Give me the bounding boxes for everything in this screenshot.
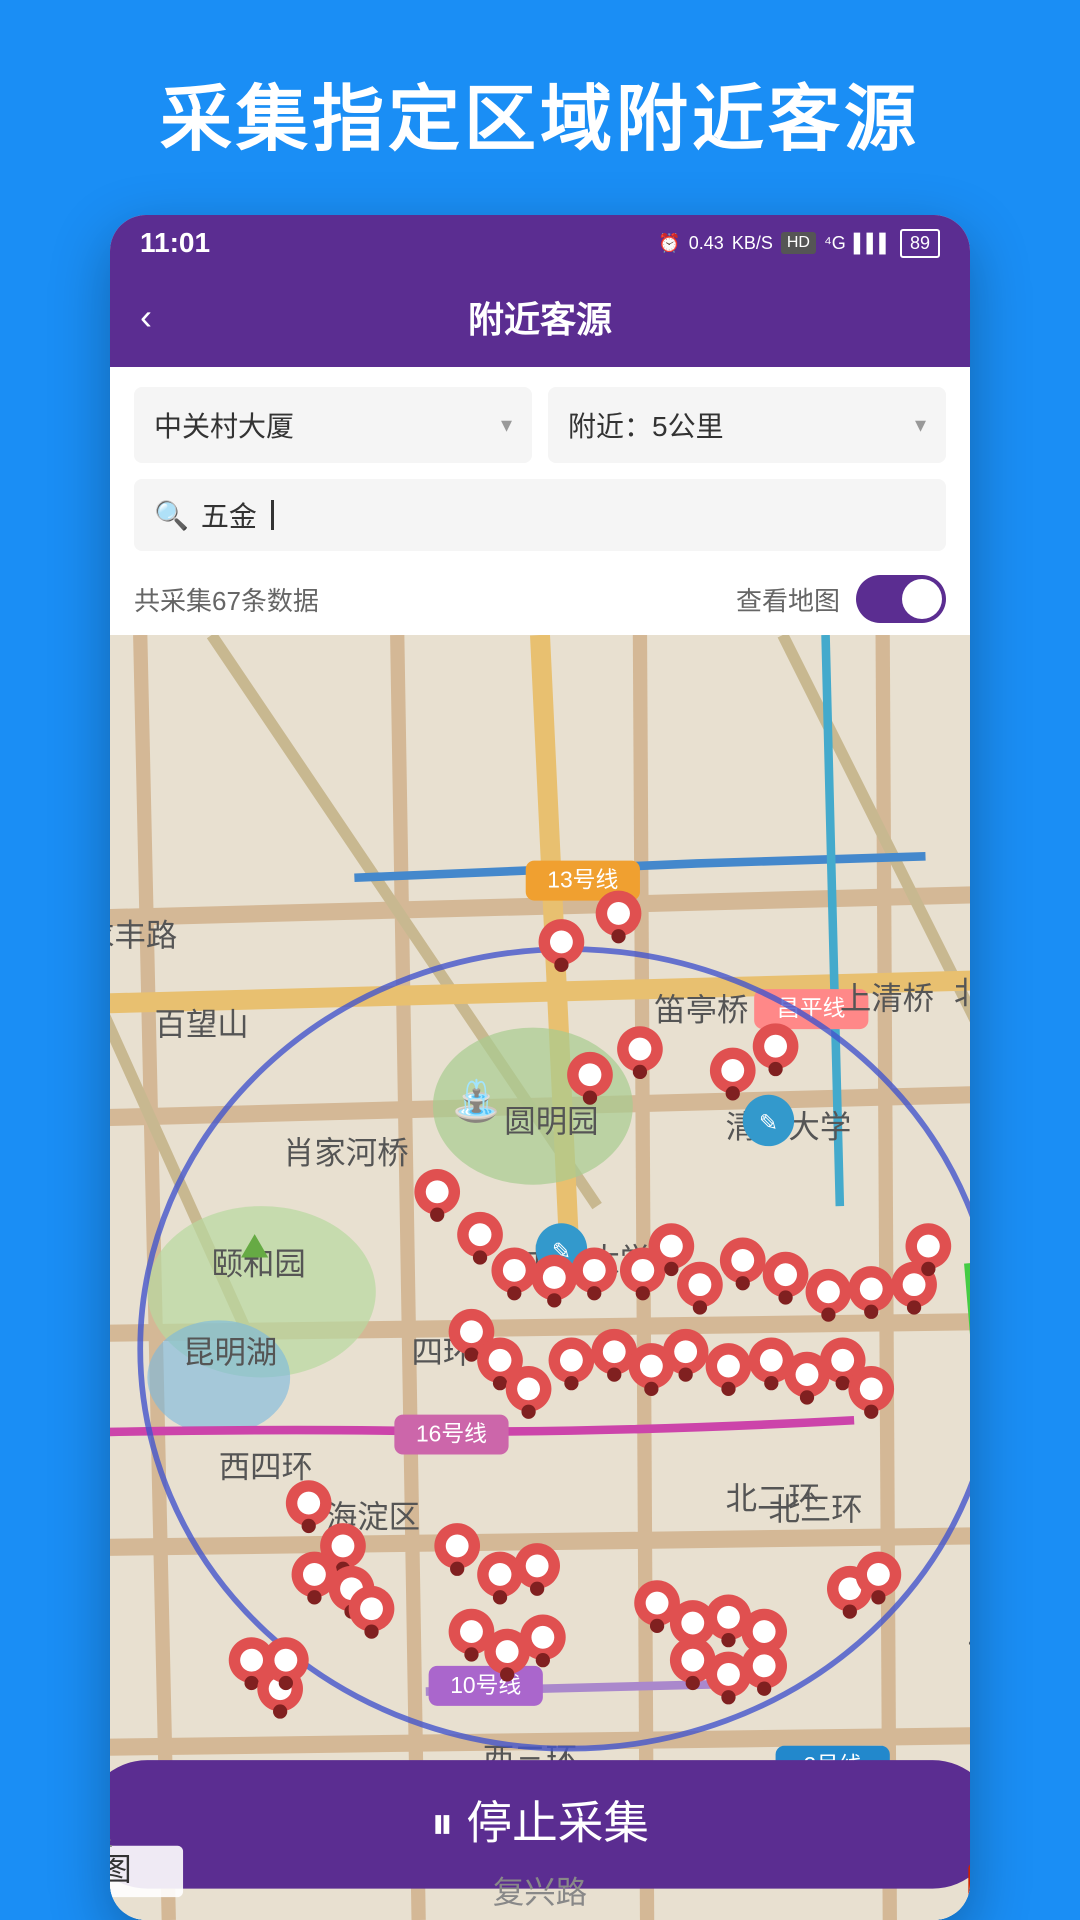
signal-icon: ▌▌▌ [854,233,892,254]
search-box[interactable]: 🔍 五金 [134,479,946,551]
distance-chevron: ▾ [915,412,926,438]
toggle-knob [902,579,942,619]
distance-label: 附近：5公里 [568,405,724,445]
search-row: 🔍 五金 [110,479,970,567]
content-area: 中关村大厦 ▾ 附近：5公里 ▾ 🔍 五金 共采集67条数据 查看地图 [110,367,970,1920]
status-bar: 11:01 ⏰ 0.43 KB/S HD ⁴G ▌▌▌ 89 [110,215,970,271]
app-header: ‹ 附近客源 [110,271,970,367]
battery-icon: 89 [900,229,940,258]
search-text: 五金 [201,495,257,535]
svg-text:13号线: 13号线 [547,867,618,893]
svg-text:复兴路: 复兴路 [493,1875,587,1910]
svg-text:西四环: 西四环 [219,1449,313,1484]
svg-text:昆明湖: 昆明湖 [183,1335,277,1370]
location-chevron: ▾ [501,412,512,438]
svg-text:上清桥: 上清桥 [840,981,934,1016]
hd-badge: HD [781,232,816,254]
map-toggle-label: 查看地图 [736,581,840,618]
svg-text:北五: 北五 [954,975,970,1010]
svg-text:⛰: ⛰ [240,1228,269,1266]
top-title-area: 采集指定区域附近客源 [0,0,1080,215]
top-title-text: 采集指定区域附近客源 [40,60,1040,165]
search-icon: 🔍 [154,499,189,532]
speed-unit: KB/S [732,233,773,254]
back-button[interactable]: ‹ [140,296,152,338]
svg-text:⛲: ⛲ [451,1078,501,1125]
svg-text:圆明园: 圆明园 [504,1104,598,1139]
status-icons: ⏰ 0.43 KB/S HD ⁴G ▌▌▌ 89 [658,229,940,258]
location-label: 中关村大厦 [154,405,294,445]
location-select[interactable]: 中关村大厦 ▾ [134,387,532,463]
svg-text:16号线: 16号线 [416,1421,487,1447]
svg-text:求丰路: 求丰路 [110,918,177,953]
map-view-toggle[interactable] [856,575,946,623]
distance-select[interactable]: 附近：5公里 ▾ [548,387,946,463]
map-area: 13号线 昌平线 16号线 10号线 2号线 9号线 百望山 肖家河桥 圆明园 … [110,635,970,1920]
status-time: 11:01 [140,227,210,259]
header-title: 附近客源 [468,291,612,343]
map-svg: 13号线 昌平线 16号线 10号线 2号线 9号线 百望山 肖家河桥 圆明园 … [110,635,970,1920]
svg-text:4号线大兴: 4号线大兴 [968,1626,970,1655]
stats-count: 共采集67条数据 [134,581,319,618]
svg-text:5公里: 5公里 [110,1821,113,1853]
stats-row: 共采集67条数据 查看地图 [110,567,970,635]
svg-text:笛亭桥: 笛亭桥 [654,993,748,1028]
clock-icon: ⏰ [658,233,680,254]
speed-value: 0.43 [689,233,724,254]
battery-level: 89 [910,233,930,253]
svg-text:⏸ 停止采集: ⏸ 停止采集 [431,1798,649,1849]
svg-text:✎: ✎ [759,1109,778,1135]
svg-text:北二环: 北二环 [726,1481,820,1516]
svg-text:百望山: 百望山 [155,1007,249,1042]
svg-text:地图: 地图 [110,1852,132,1887]
phone-frame: 11:01 ⏰ 0.43 KB/S HD ⁴G ▌▌▌ 89 ‹ 附近客源 中关… [110,215,970,1920]
map-toggle-area: 查看地图 [736,575,946,623]
svg-text:肖家河桥: 肖家河桥 [283,1135,409,1170]
network-icon: ⁴G [824,233,846,254]
filter-row: 中关村大厦 ▾ 附近：5公里 ▾ [110,367,970,479]
text-cursor [271,500,274,530]
